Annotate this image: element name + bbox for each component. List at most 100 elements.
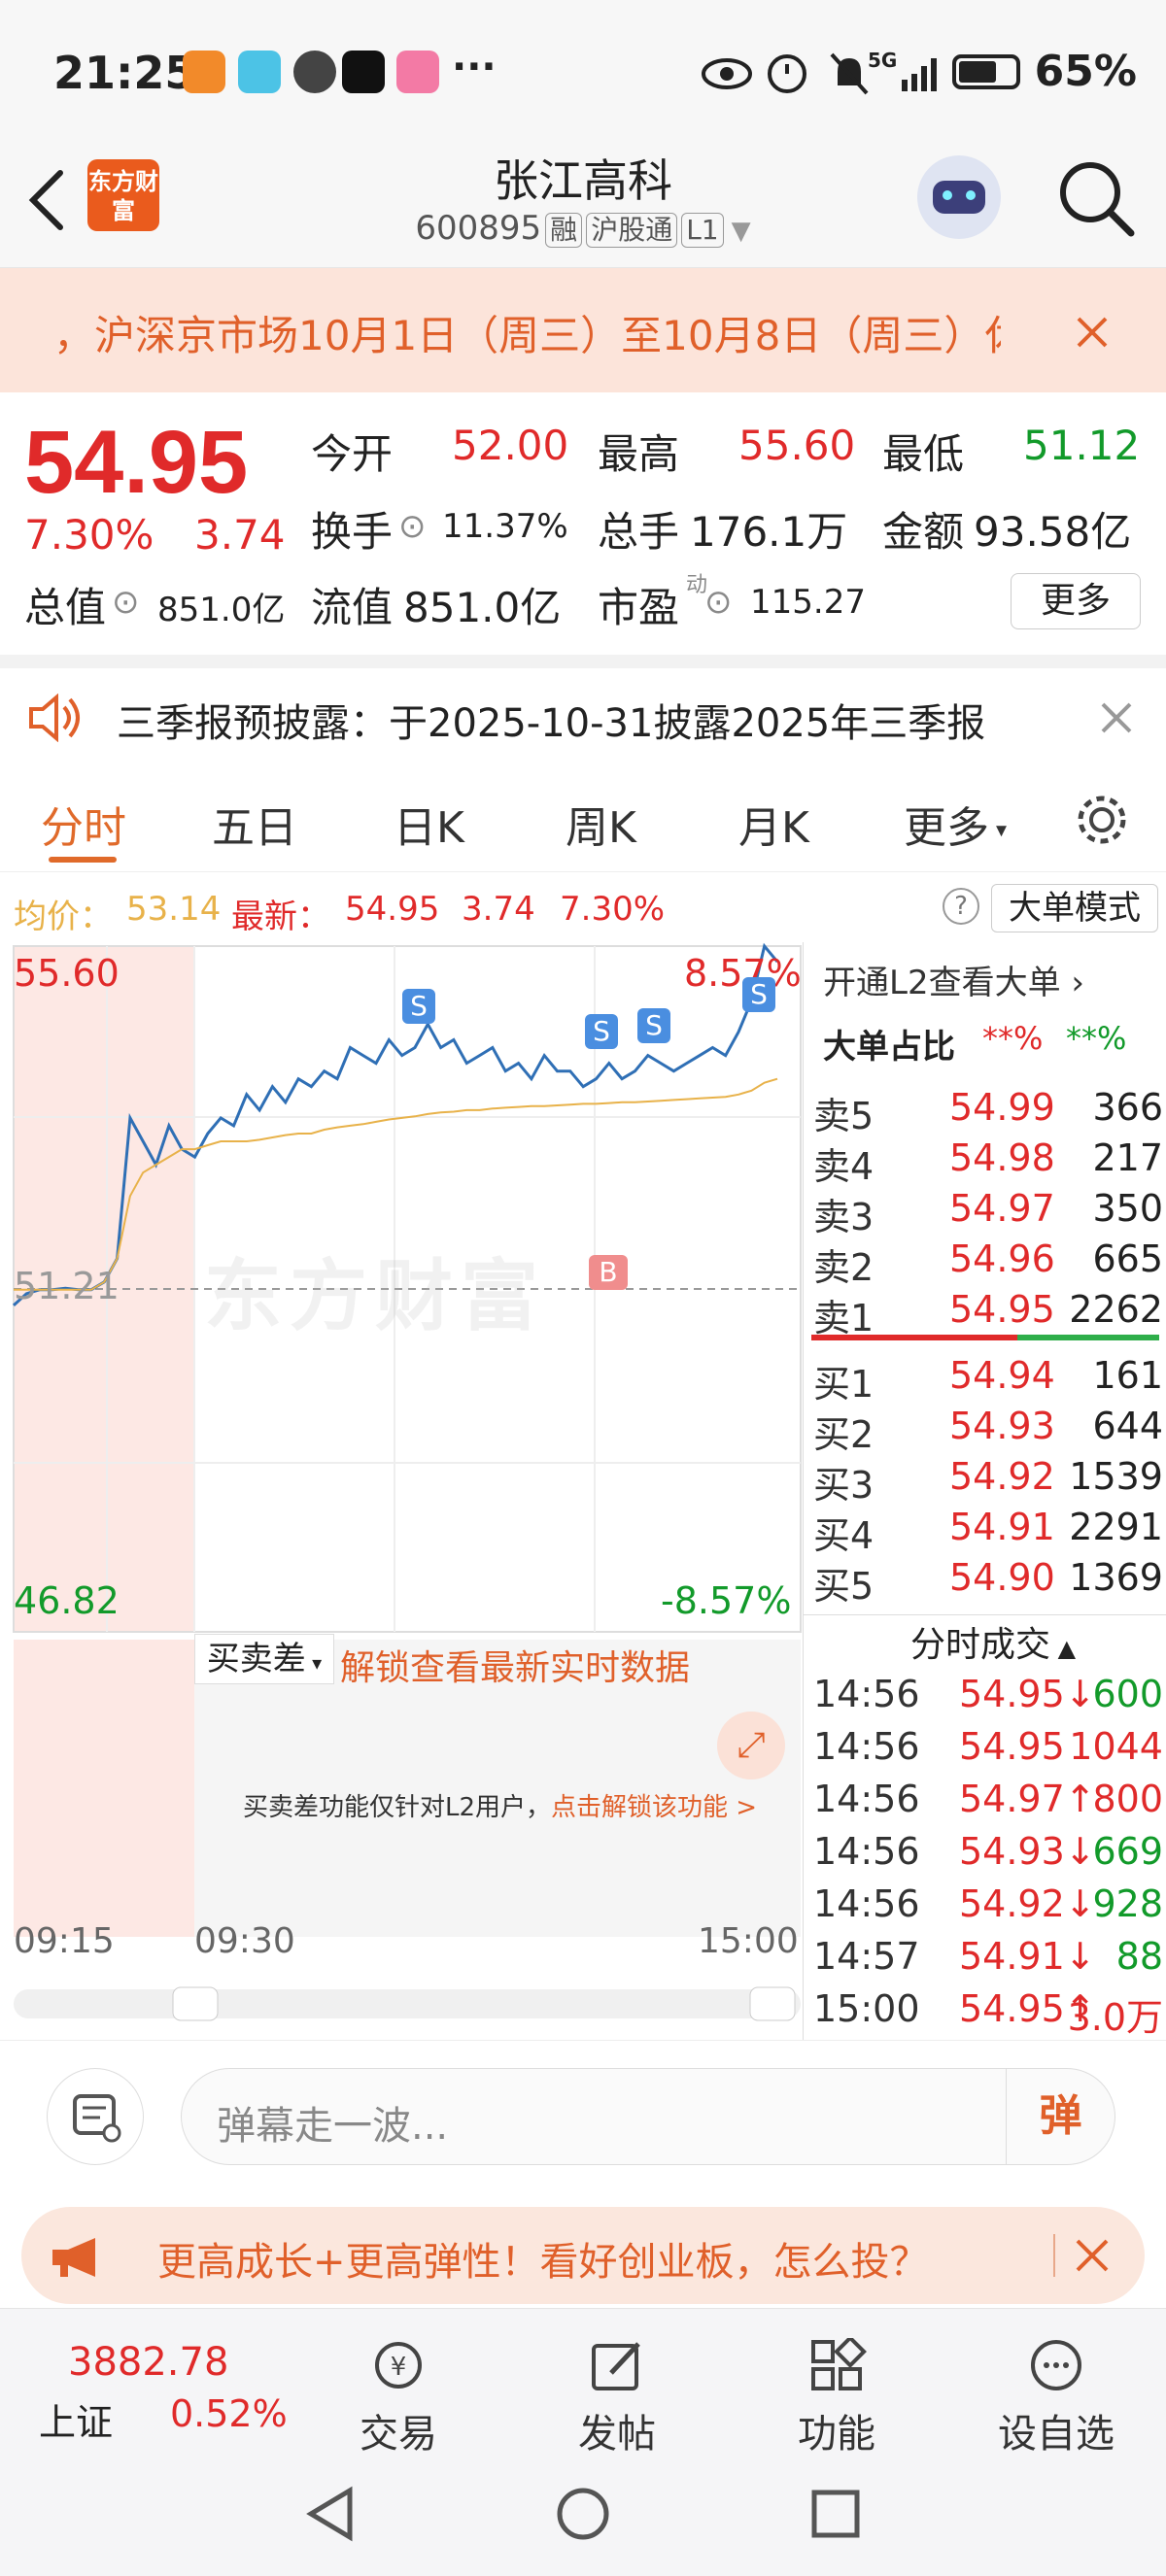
promo-banner[interactable]: 更高成长+更高弹性！看好创业板，怎么投？	[21, 2207, 1145, 2304]
tab-weekly-k[interactable]: 周K	[566, 793, 636, 855]
stock-header: 东方财富 张江高科 600895 融沪股通 L1 ▼	[0, 136, 1166, 268]
big-order-sell: **%	[1066, 1020, 1127, 1057]
l2-note: 买卖差功能仅针对L2用户，点击解锁该功能 >	[243, 1793, 758, 1822]
ask-level-label: 卖1	[813, 1297, 874, 1339]
tab-monthly-k[interactable]: 月K	[738, 793, 809, 855]
bid-level-price: 54.93	[949, 1405, 1055, 1447]
ask-level-price: 54.95	[949, 1288, 1055, 1331]
close-icon[interactable]	[1100, 701, 1133, 734]
info-icon: ⊙	[398, 507, 427, 546]
sell-marker[interactable]: S	[402, 989, 435, 1024]
battery-percent: 65%	[1034, 47, 1137, 96]
big-order-mode-button[interactable]: 大单模式	[991, 884, 1158, 932]
margin-tag: 融	[545, 213, 583, 248]
tab-daily-k[interactable]: 日K	[394, 793, 464, 855]
pe-label: 市盈	[598, 584, 680, 631]
sell-marker[interactable]: S	[637, 1008, 670, 1043]
index-value[interactable]: 3882.78	[68, 2340, 228, 2385]
market-notice-banner[interactable]: ，沪深京市场10月1日（周三）至10月8日（周三）休	[0, 268, 1166, 392]
danmu-input[interactable]: 弹幕走一波... 弹	[181, 2068, 1115, 2165]
search-icon[interactable]	[1055, 157, 1137, 239]
ask-level-volume: 665	[1092, 1237, 1163, 1280]
float-cap: 851.0亿	[403, 584, 562, 631]
trade-price: 54.95	[959, 1725, 1065, 1768]
avg-label: 均价：	[14, 898, 113, 936]
diff-selector[interactable]: 买卖差 ▾	[194, 1634, 334, 1684]
report-notice[interactable]: 三季报预披露：于2025-10-31披露2025年三季报	[0, 668, 1166, 765]
bid-level-label: 买5	[813, 1565, 874, 1608]
system-recents-icon[interactable]	[806, 2485, 865, 2543]
megaphone-icon	[52, 2238, 95, 2277]
comment-list-icon[interactable]	[47, 2068, 144, 2165]
ask-level-row: 卖5 54.99 366	[813, 1086, 1163, 1137]
change-percent: 7.30%	[24, 511, 154, 559]
trade-volume: 88	[1115, 1935, 1163, 1978]
trade-row: 14:56 54.93↓ 669	[813, 1830, 1163, 1881]
amount: 93.58亿	[974, 508, 1132, 556]
active-tab-underline	[49, 857, 117, 863]
ask-level-price: 54.99	[949, 1086, 1055, 1129]
time-open: 09:30	[194, 1921, 295, 1961]
tab-intraday[interactable]: 分时	[41, 793, 126, 855]
buy-marker[interactable]: B	[589, 1255, 628, 1290]
gear-icon[interactable]	[1073, 791, 1131, 849]
l2-unlock-link[interactable]: 点击解锁该功能 >	[551, 1793, 757, 1822]
system-home-icon[interactable]	[554, 2485, 612, 2543]
intraday-chart-svg	[12, 942, 802, 2021]
assistant-avatar[interactable]	[917, 155, 1001, 239]
pe-ratio: 115.27	[750, 583, 866, 622]
l2-upgrade-link[interactable]: 开通L2查看大单 ›	[823, 956, 1084, 1003]
trade-icon: ¥	[375, 2342, 422, 2389]
index-name[interactable]: 上证	[39, 2392, 113, 2446]
time-scrollbar	[14, 1989, 801, 2018]
buy-sell-bar-green	[1017, 1335, 1159, 1340]
intraday-chart[interactable]: 55.60 51.21 46.82 8.57% -8.57% 东方财富 S S …	[0, 942, 803, 2040]
bid-level-row: 买2 54.93 644	[813, 1405, 1163, 1456]
bid-level-row: 买3 54.92 1539	[813, 1455, 1163, 1507]
trade-time: 14:56	[813, 1673, 920, 1715]
bid-level-volume: 1539	[1069, 1455, 1163, 1498]
help-icon[interactable]: ?	[943, 888, 979, 925]
nav-functions[interactable]: 功能	[773, 2335, 900, 2458]
nav-post[interactable]: 发帖	[554, 2338, 680, 2458]
trade-volume: 3.0万	[1067, 1996, 1163, 2039]
danmu-toggle[interactable]: 弹	[1006, 2069, 1115, 2164]
tab-five-day[interactable]: 五日	[212, 793, 297, 855]
buy-sell-bar-red	[811, 1335, 1017, 1340]
nav-add-watchlist[interactable]: 设自选	[993, 2338, 1119, 2458]
y-mid-price: 51.21	[14, 1265, 120, 1307]
trade-row: 14:56 54.95↓ 600	[813, 1673, 1163, 1723]
trade-time: 14:56	[813, 1830, 920, 1873]
battery-icon	[952, 54, 1020, 89]
bid-level-label: 买3	[813, 1464, 874, 1507]
y-top-price: 55.60	[14, 952, 120, 995]
ask-level-label: 卖2	[813, 1246, 874, 1289]
trade-row: 15:00 54.95↑ 3.0万	[813, 1987, 1163, 2039]
divider	[0, 655, 1166, 668]
trade-price: 54.91↓	[959, 1935, 1096, 1978]
info-icon: ⊙	[112, 583, 140, 622]
sell-marker[interactable]: S	[585, 1014, 618, 1049]
more-button[interactable]: 更多	[1011, 573, 1141, 629]
sell-marker[interactable]: S	[742, 977, 775, 1012]
time-start: 09:15	[14, 1921, 115, 1961]
big-order-ratio-label: 大单占比	[823, 1028, 955, 1067]
trade-time: 14:56	[813, 1725, 920, 1768]
dropdown-icon: ▼	[731, 217, 751, 246]
close-icon[interactable]	[1075, 315, 1110, 350]
system-back-icon[interactable]	[303, 2485, 361, 2543]
bid-level-price: 54.94	[949, 1354, 1055, 1397]
average-price-bar: 均价： 53.14 最新： 54.95 3.74 7.30% ? 大单模式	[0, 874, 1166, 942]
y-bottom-price: 46.82	[14, 1579, 120, 1622]
nav-trade[interactable]: ¥ 交易	[335, 2338, 462, 2458]
index-change: 0.52%	[170, 2392, 288, 2435]
trades-title[interactable]: 分时成交 ▲	[910, 1616, 1076, 1667]
bid-level-volume: 644	[1092, 1405, 1163, 1447]
latest-price: 54.95	[345, 890, 440, 929]
unlock-link[interactable]: 解锁查看最新实时数据	[340, 1640, 690, 1690]
network-type: 5G	[868, 49, 898, 72]
bid-level-row: 买4 54.91 2291	[813, 1506, 1163, 1557]
tab-more[interactable]: 更多 ▾	[904, 793, 1007, 855]
close-icon[interactable]	[1075, 2238, 1110, 2273]
expand-icon[interactable]: ⤢	[717, 1712, 785, 1779]
